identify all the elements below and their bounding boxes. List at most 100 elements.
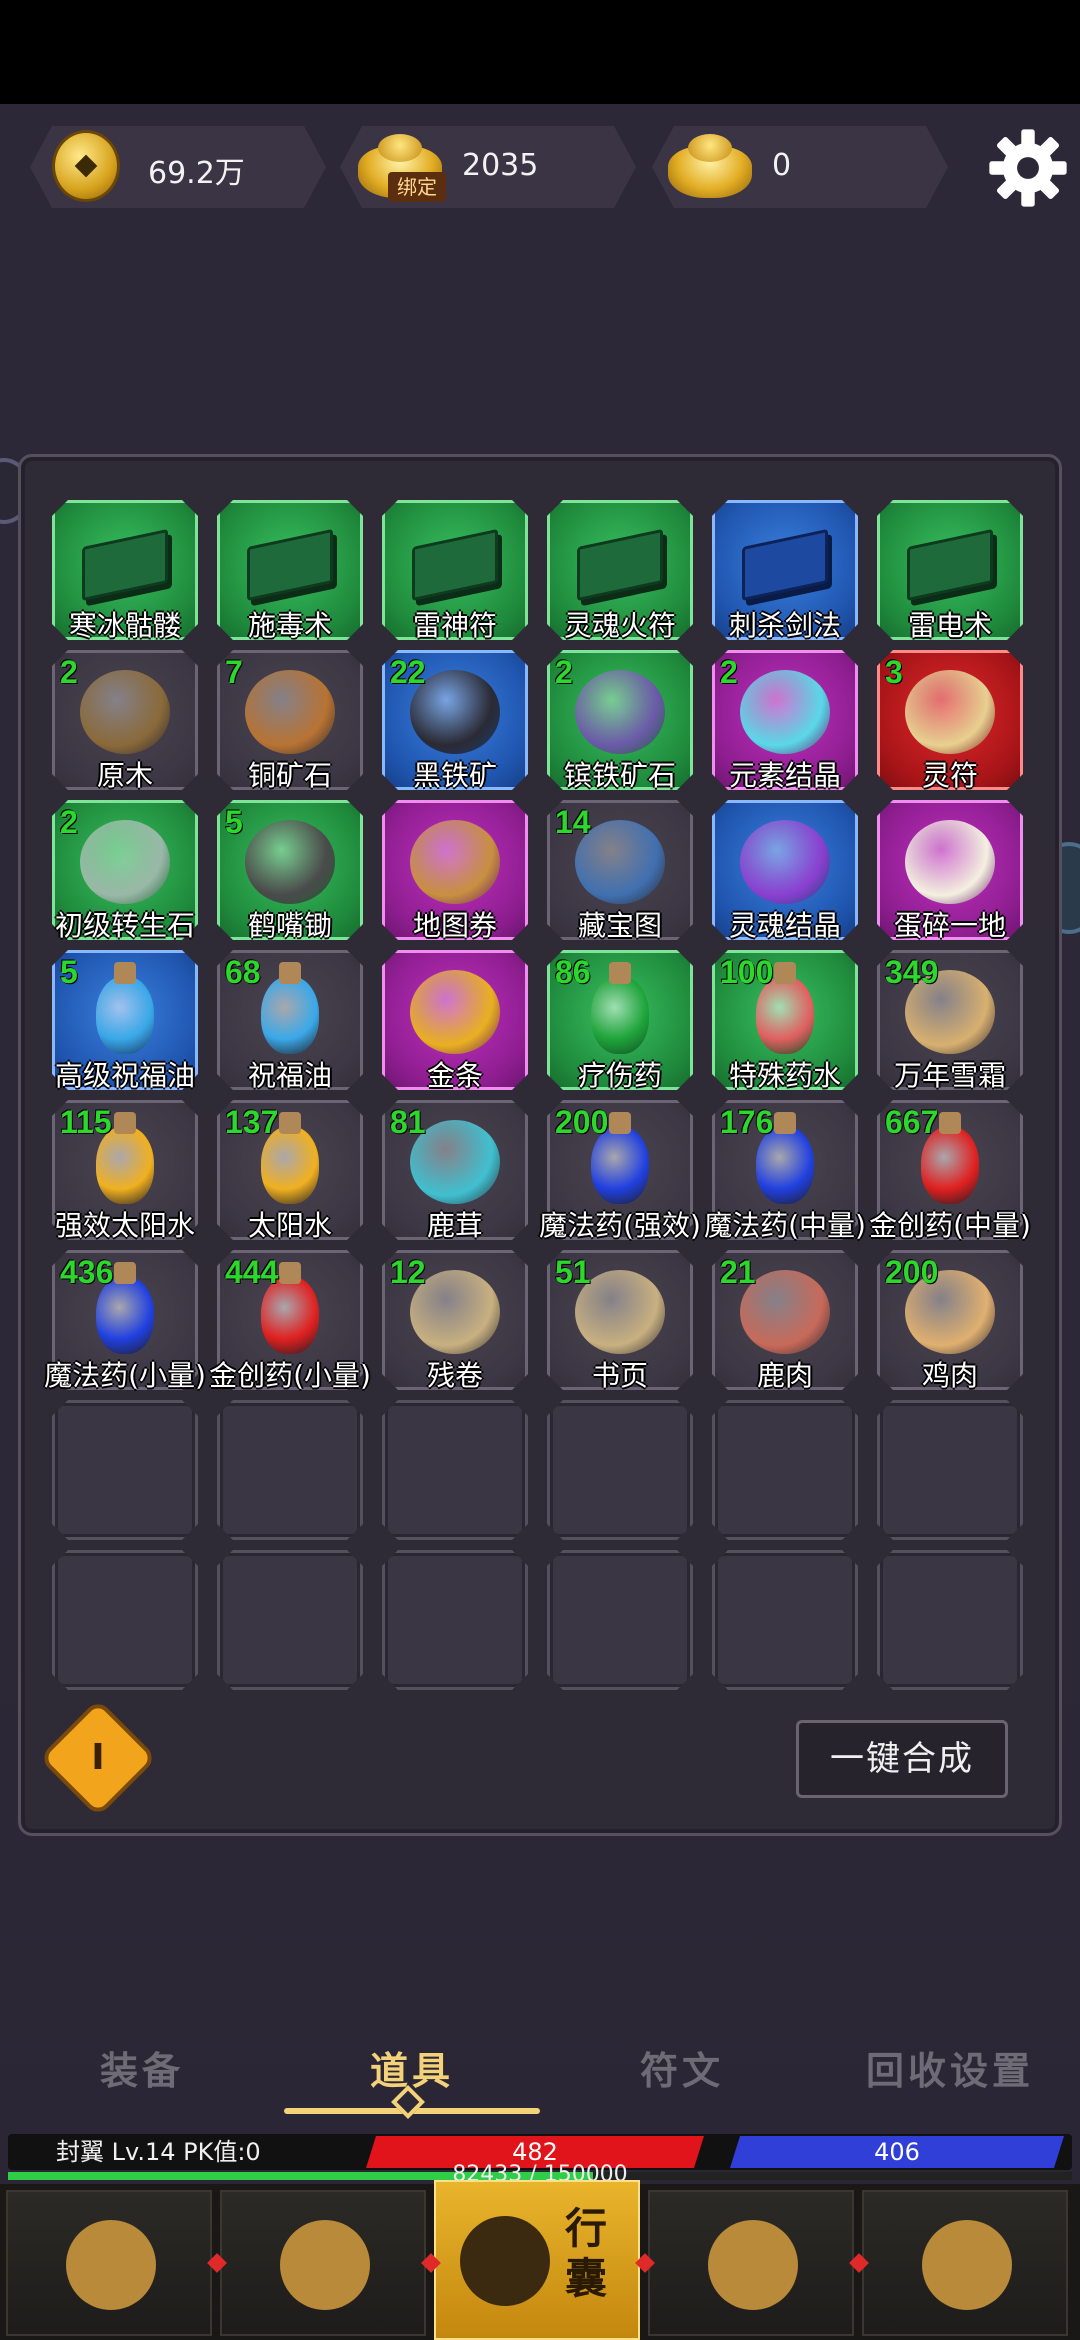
empty-slot[interactable] bbox=[547, 1550, 693, 1690]
empty-slot[interactable] bbox=[712, 1400, 858, 1540]
item-label: 特殊药水 bbox=[728, 1059, 841, 1092]
mp-bar: 406 bbox=[730, 2136, 1064, 2168]
empty-slot[interactable] bbox=[217, 1400, 363, 1540]
item-count: 12 bbox=[390, 1254, 426, 1290]
item-label: 鸡肉 bbox=[921, 1359, 978, 1392]
item-count: 5 bbox=[60, 954, 78, 990]
tab-items[interactable]: 道具 bbox=[370, 2040, 454, 2095]
healing-potion-icon bbox=[591, 976, 649, 1054]
tab-recycle-settings[interactable]: 回收设置 bbox=[866, 2040, 1034, 2095]
copper-coin-icon bbox=[52, 130, 120, 202]
item-count: 7 bbox=[225, 654, 243, 690]
one-click-merge-button[interactable]: 一键合成 bbox=[796, 1720, 1008, 1798]
element-crystal-icon bbox=[740, 670, 830, 754]
system-status-bar bbox=[0, 0, 1080, 104]
item-count: 444 bbox=[225, 1254, 279, 1290]
item-label: 金创药(中量) bbox=[869, 1209, 1031, 1242]
item-label: 鹿肉 bbox=[756, 1359, 813, 1392]
item-label: 书页 bbox=[591, 1359, 648, 1392]
item-label: 初级转生石 bbox=[54, 909, 195, 942]
log-icon bbox=[80, 670, 170, 754]
item-count: 2 bbox=[720, 654, 738, 690]
nav-meditation[interactable] bbox=[648, 2190, 854, 2336]
player-name-level: 封翼 Lv.14 PK值:0 bbox=[56, 2138, 261, 2166]
crystal-ore-icon bbox=[575, 670, 665, 754]
item-count: 86 bbox=[555, 954, 591, 990]
item-label: 灵符 bbox=[921, 759, 978, 792]
empty-slot[interactable] bbox=[877, 1550, 1023, 1690]
item-label: 施毒术 bbox=[247, 609, 332, 642]
skill-book-icon bbox=[907, 529, 993, 601]
item-count: 2 bbox=[60, 804, 78, 840]
item-label: 元素结晶 bbox=[728, 759, 841, 792]
meditation-icon bbox=[708, 2220, 798, 2310]
nav-yin-yang[interactable] bbox=[862, 2190, 1068, 2336]
item-label: 灵魂火符 bbox=[563, 609, 676, 642]
nav-helmet[interactable] bbox=[220, 2190, 426, 2336]
item-label: 魔法药(强效) bbox=[539, 1209, 701, 1242]
coin-amount: 69.2万 bbox=[148, 156, 245, 191]
copper-ore-icon bbox=[245, 670, 335, 754]
skill-book-icon bbox=[742, 529, 828, 601]
item-label: 金创药(小量) bbox=[209, 1359, 371, 1392]
nav-bag[interactable]: 行囊 bbox=[434, 2180, 640, 2340]
item-count: 14 bbox=[555, 804, 591, 840]
skill-book-icon bbox=[412, 529, 498, 601]
item-count: 5 bbox=[225, 804, 243, 840]
ingot-amount: 0 bbox=[772, 148, 792, 183]
item-label: 雷神符 bbox=[412, 609, 497, 642]
item-label: 强效太阳水 bbox=[54, 1209, 195, 1242]
town-gate-icon bbox=[66, 2220, 156, 2310]
item-count: 68 bbox=[225, 954, 261, 990]
item-count: 22 bbox=[390, 654, 426, 690]
yin-yang-icon bbox=[922, 2220, 1012, 2310]
item-label: 雷电术 bbox=[907, 609, 992, 642]
item-label: 高级祝福油 bbox=[54, 1059, 195, 1092]
item-label: 灵魂结晶 bbox=[728, 909, 841, 942]
empty-slot[interactable] bbox=[52, 1400, 198, 1540]
item-count: 100 bbox=[720, 954, 774, 990]
empty-slot[interactable] bbox=[877, 1400, 1023, 1540]
empty-slot[interactable] bbox=[712, 1550, 858, 1690]
blessing-oil-icon bbox=[261, 976, 319, 1054]
tab-runes[interactable]: 符文 bbox=[640, 2040, 724, 2095]
nav-label: 行囊 bbox=[564, 2204, 607, 2303]
item-count: 3 bbox=[885, 654, 903, 690]
item-label: 藏宝图 bbox=[577, 909, 662, 942]
item-count: 51 bbox=[555, 1254, 591, 1290]
gold-bar-icon bbox=[410, 970, 500, 1054]
item-label: 祝福油 bbox=[247, 1059, 332, 1092]
item-count: 200 bbox=[555, 1104, 609, 1140]
empty-slot[interactable] bbox=[217, 1550, 363, 1690]
nav-town-gate[interactable] bbox=[6, 2190, 212, 2336]
empty-slot[interactable] bbox=[547, 1400, 693, 1540]
gold-ingot-icon bbox=[668, 134, 752, 198]
soul-crystal-icon bbox=[740, 820, 830, 904]
settings-gear-icon[interactable] bbox=[986, 126, 1070, 210]
empty-slot[interactable] bbox=[52, 1550, 198, 1690]
skill-book-icon bbox=[82, 529, 168, 601]
item-label: 残卷 bbox=[426, 1359, 483, 1392]
item-count: 21 bbox=[720, 1254, 756, 1290]
tab-equipment[interactable]: 装备 bbox=[100, 2040, 184, 2095]
item-label: 原木 bbox=[96, 759, 153, 792]
page-number: Ⅰ bbox=[91, 1737, 105, 1778]
item-label: 金条 bbox=[426, 1059, 483, 1092]
item-label: 万年雪霜 bbox=[893, 1059, 1006, 1092]
item-count: 176 bbox=[720, 1104, 774, 1140]
item-count: 349 bbox=[885, 954, 939, 990]
item-count: 667 bbox=[885, 1104, 939, 1140]
empty-slot[interactable] bbox=[382, 1550, 528, 1690]
item-label: 地图券 bbox=[412, 909, 497, 942]
broken-egg-icon bbox=[905, 820, 995, 904]
item-label: 寒冰骷髅 bbox=[68, 609, 181, 642]
empty-slot[interactable] bbox=[382, 1400, 528, 1540]
map-scroll-icon bbox=[410, 820, 500, 904]
skill-book-icon bbox=[577, 529, 663, 601]
item-label: 疗伤药 bbox=[577, 1059, 662, 1092]
item-label: 鹿茸 bbox=[426, 1209, 483, 1242]
item-label: 铜矿石 bbox=[247, 759, 332, 792]
item-count: 137 bbox=[225, 1104, 279, 1140]
item-count: 2 bbox=[60, 654, 78, 690]
item-label: 魔法药(小量) bbox=[44, 1359, 206, 1392]
